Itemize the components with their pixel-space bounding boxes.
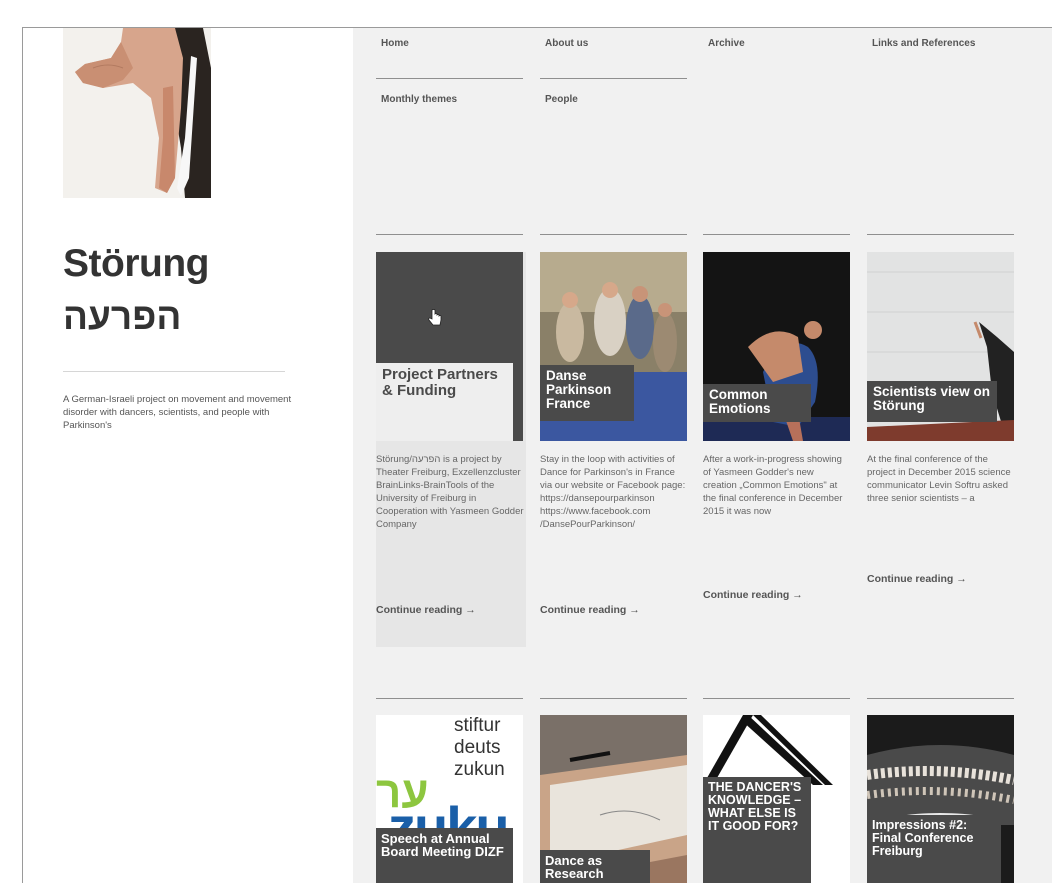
header-hand-image bbox=[63, 28, 211, 198]
logo-line: zukun bbox=[454, 759, 505, 780]
continue-reading-link[interactable]: Continue reading → bbox=[867, 573, 967, 585]
nav-home[interactable]: Home bbox=[381, 38, 409, 49]
nav-people[interactable]: People bbox=[545, 94, 578, 105]
post-thumbnail[interactable]: Common Emotions bbox=[703, 252, 850, 441]
main-content: Home About us Archive Links and Referenc… bbox=[353, 28, 1052, 883]
post-thumbnail[interactable]: THE DANCER'S KNOWLEDGE – WHAT ELSE IS IT… bbox=[703, 715, 850, 883]
post-divider bbox=[703, 698, 850, 699]
nav-about-us[interactable]: About us bbox=[545, 38, 588, 49]
post-divider bbox=[540, 234, 687, 235]
post-excerpt: At the final conference of the project i… bbox=[867, 454, 1011, 504]
post-thumbnail[interactable]: Danse Parkinson France bbox=[540, 252, 687, 441]
nav-divider bbox=[376, 78, 523, 79]
site-title-hebrew[interactable]: הפרעה bbox=[63, 296, 181, 338]
post-excerpt: After a work-in-progress showing of Yasm… bbox=[703, 454, 843, 517]
sidebar: Störung הפרעה A German-Israeli project o… bbox=[23, 28, 353, 883]
continue-reading-link[interactable]: Continue reading → bbox=[540, 604, 640, 616]
post-title[interactable]: Impressions #2: Final Conference Freibur… bbox=[867, 815, 1001, 883]
continue-reading-link[interactable]: Continue reading → bbox=[703, 589, 803, 601]
logo-text: stiftur deuts zukun bbox=[454, 715, 505, 781]
post-divider bbox=[867, 698, 1014, 699]
post-thumbnail[interactable]: Scientists view on Störung bbox=[867, 252, 1014, 441]
post-title[interactable]: Danse Parkinson France bbox=[540, 365, 634, 421]
sidebar-divider bbox=[63, 371, 285, 372]
post-thumbnail[interactable]: Impressions #2: Final Conference Freibur… bbox=[867, 715, 1014, 883]
site-description: A German-Israeli project on movement and… bbox=[63, 394, 292, 431]
site-title[interactable]: Störung bbox=[63, 242, 209, 286]
post-thumbnail[interactable]: stiftur deuts zukun ער zuku Speech at An… bbox=[376, 715, 523, 883]
logo-line: stiftur bbox=[454, 715, 501, 736]
post-excerpt: Störung/הפרעה is a project by Theater Fr… bbox=[376, 454, 524, 530]
post-title[interactable]: Common Emotions bbox=[703, 384, 811, 422]
post-excerpt: Stay in the loop with activities of Danc… bbox=[540, 454, 686, 530]
post-divider bbox=[376, 698, 523, 699]
nav-archive[interactable]: Archive bbox=[708, 38, 745, 49]
post-title[interactable]: Dance as Research bbox=[540, 850, 650, 883]
post-divider bbox=[540, 698, 687, 699]
post-thumbnail[interactable]: Project Partners & Funding bbox=[376, 252, 523, 441]
continue-reading-link[interactable]: Continue reading → bbox=[376, 604, 476, 616]
post-title[interactable]: Speech at Annual Board Meeting DIZF bbox=[376, 828, 513, 883]
post-divider bbox=[703, 234, 850, 235]
nav-divider bbox=[540, 78, 687, 79]
post-divider bbox=[376, 234, 523, 235]
post-thumbnail[interactable]: Dance as Research bbox=[540, 715, 687, 883]
nav-monthly-themes[interactable]: Monthly themes bbox=[381, 94, 457, 105]
post-title[interactable]: THE DANCER'S KNOWLEDGE – WHAT ELSE IS IT… bbox=[703, 777, 811, 883]
nav-links-references[interactable]: Links and References bbox=[872, 38, 975, 49]
logo-line: deuts bbox=[454, 737, 501, 758]
post-title[interactable]: Project Partners & Funding bbox=[376, 363, 513, 441]
post-title[interactable]: Scientists view on Störung bbox=[867, 381, 997, 422]
post-divider bbox=[867, 234, 1014, 235]
